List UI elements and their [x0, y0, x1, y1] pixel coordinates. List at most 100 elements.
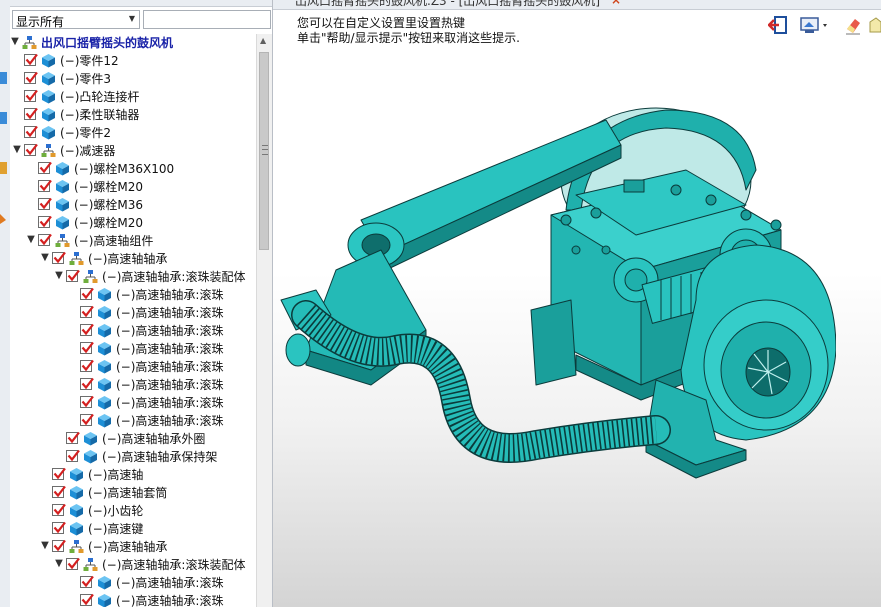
scroll-up-icon[interactable]: ▲ [260, 36, 266, 45]
visibility-checkbox[interactable] [52, 503, 66, 516]
tree-node-label: (−)凸轮连接杆 [60, 90, 140, 104]
visibility-checkbox[interactable] [52, 467, 66, 480]
hint-text: 您可以在自定义设置里设置热键 单击"帮助/显示提示"按钮来取消这些提示. [297, 16, 520, 46]
tree-node[interactable]: ▼ (−)高速轴轴承 [10, 250, 256, 268]
tree-node[interactable]: (−)高速轴轴承外圈 [10, 430, 256, 448]
tree-node[interactable]: (−)螺栓M36 [10, 196, 256, 214]
tree-node[interactable]: (−)高速轴轴承:滚珠 [10, 304, 256, 322]
expand-toggle-icon[interactable]: ▼ [54, 557, 64, 571]
visibility-checkbox[interactable] [80, 305, 94, 318]
tree-node[interactable]: ▼ (−)高速轴轴承 [10, 538, 256, 556]
visibility-checkbox[interactable] [80, 413, 94, 426]
visibility-checkbox[interactable] [80, 395, 94, 408]
panel-header [10, 0, 272, 7]
visibility-checkbox[interactable] [66, 449, 80, 462]
tree-node[interactable]: (−)螺栓M20 [10, 214, 256, 232]
tree-node[interactable]: (−)高速轴轴承:滚珠 [10, 592, 256, 607]
visibility-checkbox[interactable] [66, 269, 80, 282]
visibility-checkbox[interactable] [80, 323, 94, 336]
eraser-icon[interactable] [844, 14, 864, 38]
expand-toggle-icon[interactable]: ▼ [54, 269, 64, 283]
visibility-checkbox[interactable] [80, 575, 94, 588]
tree-node[interactable]: (−)螺栓M20 [10, 178, 256, 196]
tree-node[interactable]: (−)高速轴轴承保持架 [10, 448, 256, 466]
visibility-checkbox[interactable] [80, 377, 94, 390]
scrollbar-thumb[interactable] [259, 52, 269, 250]
visibility-checkbox[interactable] [38, 179, 52, 192]
assembly-tree-icon [83, 557, 98, 572]
expand-toggle-icon[interactable]: ▼ [10, 35, 20, 49]
visibility-checkbox[interactable] [66, 557, 80, 570]
tree-node[interactable]: ▼ (−)高速轴轴承:滚珠装配体 [10, 556, 256, 574]
visibility-checkbox[interactable] [38, 215, 52, 228]
tree-node[interactable]: (−)零件2 [10, 124, 256, 142]
tree-node[interactable]: (−)柔性联轴器 [10, 106, 256, 124]
tree-node[interactable]: (−)高速轴轴承:滚珠 [10, 574, 256, 592]
display-filter-select[interactable]: 显示所有 ▼ [12, 10, 140, 29]
visibility-checkbox[interactable] [24, 53, 38, 66]
visibility-checkbox[interactable] [24, 107, 38, 120]
close-tab-icon[interactable]: × [611, 0, 621, 7]
strip-tool-icon[interactable] [0, 110, 8, 126]
visibility-checkbox[interactable] [24, 125, 38, 138]
visibility-checkbox[interactable] [80, 359, 94, 372]
tree-scrollbar[interactable]: ▲ [256, 34, 272, 607]
tree-node-label: (−)高速轴轴承:滚珠 [116, 594, 224, 607]
chevron-down-icon: ▼ [128, 14, 135, 23]
tree-node[interactable]: (−)螺栓M36X100 [10, 160, 256, 178]
part-cube-icon [41, 89, 56, 104]
visibility-checkbox[interactable] [38, 233, 52, 246]
tree-node-label: (−)柔性联轴器 [60, 108, 140, 122]
assembly-tree-icon [22, 35, 37, 50]
tree-node[interactable]: ▼ (−)高速轴组件 [10, 232, 256, 250]
visibility-checkbox[interactable] [24, 89, 38, 102]
tree-node[interactable]: (−)高速轴轴承:滚珠 [10, 394, 256, 412]
tree-node-label: (−)高速轴轴承:滚珠 [116, 324, 224, 338]
part-cube-icon [97, 287, 112, 302]
expand-toggle-icon[interactable]: ▼ [12, 143, 22, 157]
tree-node[interactable]: (−)高速键 [10, 520, 256, 538]
expand-toggle-icon[interactable]: ▼ [40, 251, 50, 265]
expand-toggle-icon[interactable]: ▼ [26, 233, 36, 247]
strip-tool-icon[interactable] [0, 160, 8, 176]
tree-node[interactable]: (−)高速轴 [10, 466, 256, 484]
visibility-checkbox[interactable] [38, 161, 52, 174]
tree-node[interactable]: (−)高速轴轴承:滚珠 [10, 358, 256, 376]
visibility-checkbox[interactable] [80, 593, 94, 606]
visibility-checkbox[interactable] [52, 251, 66, 264]
tree-node-label: (−)螺栓M20 [74, 180, 144, 194]
document-tab[interactable]: 出风口摇臂摇头的鼓风机.Z3 - [出风口摇臂摇头的鼓风机] [295, 0, 600, 9]
expand-toggle-icon[interactable]: ▼ [40, 539, 50, 553]
cube-view-icon[interactable] [868, 14, 881, 38]
tree-node[interactable]: (−)零件3 [10, 70, 256, 88]
tree-node[interactable]: (−)高速轴套筒 [10, 484, 256, 502]
tree-node[interactable]: ▼ (−)高速轴轴承:滚珠装配体 [10, 268, 256, 286]
tree-node[interactable]: (−)零件12 [10, 52, 256, 70]
visibility-checkbox[interactable] [52, 521, 66, 534]
tree-node[interactable]: ▼ (−)减速器 [10, 142, 256, 160]
visibility-checkbox[interactable] [80, 287, 94, 300]
tree-node-label: (−)减速器 [60, 144, 116, 158]
visibility-checkbox[interactable] [52, 539, 66, 552]
strip-tool-icon[interactable] [0, 70, 8, 86]
tree-node-label: (−)零件12 [60, 54, 119, 68]
visibility-checkbox[interactable] [24, 71, 38, 84]
tree-node[interactable]: (−)凸轮连接杆 [10, 88, 256, 106]
view-display-icon[interactable] [798, 14, 830, 38]
strip-tool-icon[interactable] [0, 210, 8, 226]
tree-node[interactable]: (−)小齿轮 [10, 502, 256, 520]
tree-node[interactable]: (−)高速轴轴承:滚珠 [10, 322, 256, 340]
exit-icon[interactable] [768, 14, 790, 38]
tree-node[interactable]: ▼ 出风口摇臂摇头的鼓风机 [10, 34, 256, 52]
tree-node[interactable]: (−)高速轴轴承:滚珠 [10, 376, 256, 394]
visibility-checkbox[interactable] [24, 143, 38, 156]
tree-node[interactable]: (−)高速轴轴承:滚珠 [10, 286, 256, 304]
visibility-checkbox[interactable] [38, 197, 52, 210]
visibility-checkbox[interactable] [80, 341, 94, 354]
visibility-checkbox[interactable] [66, 431, 80, 444]
tree-node[interactable]: (−)高速轴轴承:滚珠 [10, 340, 256, 358]
tree-search-input[interactable] [143, 10, 271, 29]
hint-line-1: 您可以在自定义设置里设置热键 [297, 16, 466, 30]
tree-node[interactable]: (−)高速轴轴承:滚珠 [10, 412, 256, 430]
visibility-checkbox[interactable] [52, 485, 66, 498]
